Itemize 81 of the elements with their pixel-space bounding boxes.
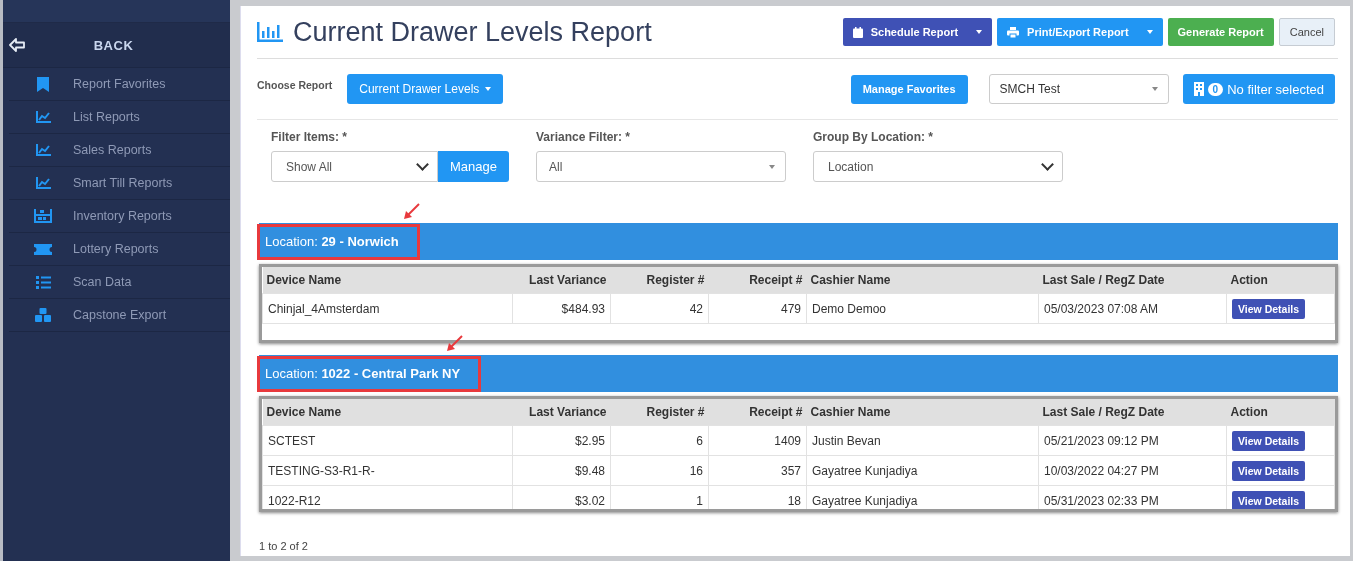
ticket-icon — [34, 243, 52, 255]
column-header: Action — [1226, 399, 1335, 426]
sidebar-item[interactable]: Report Favorites — [9, 68, 230, 101]
table-cell: TESTING-S3-R1-R- — [262, 455, 513, 486]
sidebar-item[interactable]: List Reports — [9, 101, 230, 134]
column-header: Last Sale / RegZ Date — [1038, 267, 1227, 294]
bookmark-icon — [37, 76, 49, 92]
page-title: Current Drawer Levels Report — [293, 16, 653, 48]
filter-select[interactable]: Location — [813, 151, 1063, 182]
column-header: Receipt # — [708, 399, 807, 426]
view-details-button[interactable]: View Details — [1232, 490, 1306, 509]
column-header: Register # — [610, 267, 709, 294]
filter-label: Group By Location: * — [813, 130, 934, 144]
sidebar-item[interactable]: Capstone Export — [9, 299, 230, 332]
export-button[interactable]: Print/Export Report — [997, 18, 1163, 46]
choose-report-label: Choose Report — [257, 79, 333, 91]
printer-icon — [1007, 26, 1020, 38]
bar-chart-icon — [257, 22, 283, 42]
annotation-arrow — [402, 203, 420, 221]
line-chart-icon — [35, 177, 51, 189]
table-cell: $484.93 — [512, 293, 611, 324]
cubes-icon — [35, 308, 51, 322]
sidebar-item[interactable]: Lottery Reports — [9, 233, 230, 266]
calendar-icon — [852, 26, 863, 38]
manage-button[interactable]: Manage — [438, 151, 509, 182]
column-header: Last Variance — [512, 399, 611, 426]
sidebar-item[interactable]: Smart Till Reports — [9, 167, 230, 200]
sidebar-item[interactable]: Scan Data — [9, 266, 230, 299]
table-cell: Demo Demoo — [806, 293, 1039, 324]
table-cell: SCTEST — [262, 425, 513, 456]
column-header: Receipt # — [708, 267, 807, 294]
table-cell: 05/21/2023 09:12 PM — [1038, 425, 1227, 456]
table-cell: 42 — [610, 293, 709, 324]
column-header: Last Variance — [512, 267, 611, 294]
column-header: Last Sale / RegZ Date — [1038, 399, 1227, 426]
table-cell: $9.48 — [512, 455, 611, 486]
column-header: Device Name — [262, 399, 513, 426]
building-icon — [1193, 82, 1204, 96]
store-select[interactable]: SMCH Test — [988, 74, 1169, 104]
view-details-button[interactable]: View Details — [1232, 430, 1306, 451]
table-cell: 357 — [708, 455, 807, 486]
table-cell: Chinjal_4Amsterdam — [262, 293, 513, 324]
filter-button[interactable]: 0 No filter selected — [1182, 74, 1335, 104]
table-cell: Justin Bevan — [806, 425, 1039, 456]
column-header: Device Name — [262, 267, 513, 294]
shelf-icon — [34, 209, 52, 223]
column-header: Register # — [610, 399, 709, 426]
pagination-info: 1 to 2 of 2 — [259, 540, 309, 552]
generate-button[interactable]: Generate Report — [1167, 18, 1274, 46]
line-chart-icon — [35, 144, 51, 156]
table-cell: 05/03/2023 07:08 AM — [1038, 293, 1227, 324]
sidebar-item[interactable]: Inventory Reports — [9, 200, 230, 233]
count-badge: 0 — [1207, 82, 1224, 96]
manage-favorites-button[interactable]: Manage Favorites — [850, 74, 968, 104]
filter-select[interactable]: All — [536, 151, 786, 182]
schedule-button[interactable]: Schedule Report — [842, 18, 993, 46]
table-cell: 10/03/2022 04:27 PM — [1038, 455, 1227, 486]
location-title: Location: 29 - Norwich — [257, 223, 420, 260]
table-cell: $2.95 — [512, 425, 611, 456]
filter-label: Variance Filter: * — [536, 130, 632, 144]
table-cell: 1409 — [708, 425, 807, 456]
table-cell: Gayatree Kunjadiya — [806, 455, 1039, 486]
table-cell: 16 — [610, 455, 709, 486]
filter-label: Filter Items: * — [271, 130, 349, 144]
table-cell: 1022-R12 — [262, 485, 513, 509]
table-cell: 479 — [708, 293, 807, 324]
annotation-arrow — [445, 335, 463, 353]
column-header: Cashier Name — [806, 267, 1039, 294]
cancel-button[interactable]: Cancel — [1278, 18, 1335, 46]
column-header: Cashier Name — [806, 399, 1039, 426]
sidebar-item[interactable]: Sales Reports — [9, 134, 230, 167]
list-icon — [35, 275, 51, 289]
table-cell: 6 — [610, 425, 709, 456]
view-details-button[interactable]: View Details — [1232, 298, 1306, 319]
filter-select[interactable]: Show All — [271, 151, 438, 182]
location-title: Location: 1022 - Central Park NY — [257, 355, 482, 392]
view-details-button[interactable]: View Details — [1232, 460, 1306, 481]
report-dropdown[interactable]: Current Drawer Levels — [347, 74, 504, 104]
back-arrow-icon[interactable] — [9, 38, 25, 52]
line-chart-icon — [35, 111, 51, 123]
column-header: Action — [1226, 267, 1335, 294]
